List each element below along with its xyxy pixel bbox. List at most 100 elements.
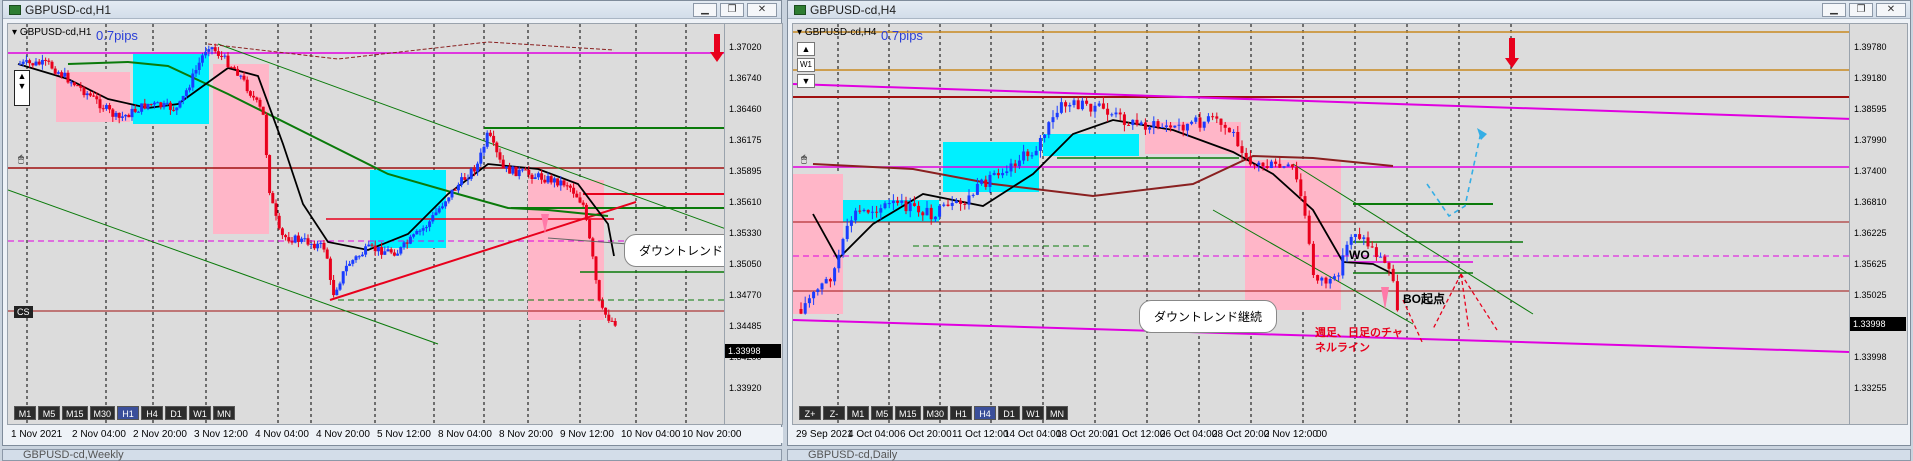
time-tick-label: 4 Oct 04:00 xyxy=(848,429,900,440)
minimize-button[interactable]: ▁ xyxy=(693,3,717,17)
scroll-up-button[interactable]: ▲ xyxy=(797,42,815,56)
candle-body xyxy=(415,230,419,235)
candle-body xyxy=(883,203,887,209)
candle-body xyxy=(828,279,832,282)
candle-body xyxy=(159,102,163,108)
timeframe-button-m1[interactable]: M1 xyxy=(14,406,36,420)
candle-body xyxy=(1106,108,1110,115)
timeframe-button-zminus[interactable]: Z- xyxy=(823,406,845,420)
candle-body xyxy=(76,85,80,87)
candle-body xyxy=(1395,281,1399,311)
candle-body xyxy=(799,309,803,314)
down-arrow-icon xyxy=(710,34,724,62)
candle-body xyxy=(271,193,275,204)
time-tick-label: 11 Oct 12:00 xyxy=(952,429,1009,440)
projection-down xyxy=(1460,273,1498,331)
timeframe-button-m15[interactable]: M15 xyxy=(62,406,88,420)
timeframe-button-m5[interactable]: M5 xyxy=(38,406,60,420)
candle-body xyxy=(530,174,534,180)
daily-window-titlebar[interactable]: GBPUSD-cd,Daily xyxy=(787,449,1911,461)
candle-body xyxy=(56,72,60,74)
candle-body xyxy=(597,280,601,301)
window-titlebar[interactable]: GBPUSD-cd,H1 ▁ ❐ ✕ xyxy=(3,1,781,19)
chart-window-h4: GBPUSD-cd,H4 ▁ ❐ ✕ ▾ GBPUSD-cd,H4 0.7pip… xyxy=(787,0,1911,446)
price-tick-label: 1.36460 xyxy=(729,104,762,114)
candle-body xyxy=(287,237,291,242)
timeframe-button-h1[interactable]: H1 xyxy=(950,406,973,420)
timeframe-button-w1[interactable]: W1 xyxy=(1022,406,1045,420)
price-tick-label: 1.37400 xyxy=(1854,166,1887,176)
candle-body xyxy=(845,225,849,240)
candle-body xyxy=(92,95,96,97)
candle-body xyxy=(833,268,837,282)
chart-window-icon xyxy=(9,4,21,15)
timeframe-button-d1[interactable]: D1 xyxy=(165,406,188,420)
price-tick-label: 1.38595 xyxy=(1854,104,1887,114)
timeframe-button-h4[interactable]: H4 xyxy=(141,406,164,420)
timeframe-button-w1[interactable]: W1 xyxy=(189,406,212,420)
maximize-button[interactable]: ❐ xyxy=(1849,3,1873,17)
candle-body xyxy=(504,166,508,169)
candle-body xyxy=(1332,276,1336,279)
candle-body xyxy=(1366,237,1370,247)
candle-body xyxy=(1139,122,1143,125)
price-chart-svg xyxy=(793,24,1849,424)
price-tick-label: 1.36225 xyxy=(1854,228,1887,238)
candle-body xyxy=(402,242,406,248)
window-titlebar[interactable]: GBPUSD-cd,H4 ▁ ❐ ✕ xyxy=(788,1,1910,19)
timeframe-button-h4[interactable]: H4 xyxy=(974,406,997,420)
close-button[interactable]: ✕ xyxy=(1876,3,1906,17)
timeframe-button-h1[interactable]: H1 xyxy=(117,406,140,420)
candle-body xyxy=(549,176,553,183)
candle-body xyxy=(900,200,904,203)
candle-body xyxy=(146,103,150,109)
candle-body xyxy=(1190,121,1194,124)
candle-body xyxy=(204,51,208,56)
candle-body xyxy=(887,203,891,205)
timeframe-button-m30[interactable]: M30 xyxy=(89,406,116,420)
timeframe-button-mn[interactable]: MN xyxy=(1046,406,1069,420)
close-button[interactable]: ✕ xyxy=(747,3,777,17)
timeframe-button-d1[interactable]: D1 xyxy=(998,406,1021,420)
time-axis: 29 Sep 2021 4 Oct 04:00 6 Oct 20:00 11 Oct … xyxy=(792,427,1910,443)
candle-body xyxy=(1299,179,1303,197)
candle-body xyxy=(124,114,128,117)
candle-body xyxy=(207,49,211,52)
price-chart-area[interactable]: ▾ GBPUSD-cd,H1 0.7pips ▲▼ 🖱 CS ダウントレンドに転… xyxy=(7,23,725,425)
candle-body xyxy=(492,135,496,143)
candle-body xyxy=(258,99,262,107)
price-tick-label: 1.33920 xyxy=(729,383,762,393)
candle-body xyxy=(971,194,975,196)
candle-body xyxy=(572,187,576,194)
candle-body xyxy=(870,211,874,213)
timeframe-button-m15[interactable]: M15 xyxy=(895,406,921,420)
price-chart-area[interactable]: ▾ GBPUSD-cd,H4 0.7pips ▲ W1 ▼ 🖱 WO BO起点 … xyxy=(792,23,1850,425)
cs-button[interactable]: CS xyxy=(14,306,33,318)
timeframe-button-zplus[interactable]: Z+ xyxy=(799,406,821,420)
candle-body xyxy=(354,256,358,261)
candle-body xyxy=(296,235,300,242)
timeframe-button-m5[interactable]: M5 xyxy=(871,406,893,420)
candle-body xyxy=(412,234,416,237)
candle-body xyxy=(440,206,444,209)
minimize-button[interactable]: ▁ xyxy=(1822,3,1846,17)
timeframe-button-m1[interactable]: M1 xyxy=(847,406,869,420)
scroll-arrows-icon[interactable]: ▲ ▼ xyxy=(14,70,30,106)
candle-body xyxy=(312,243,316,249)
candle-body xyxy=(1358,234,1362,239)
channel-line-upper xyxy=(793,83,1849,120)
timeframe-button-m30[interactable]: M30 xyxy=(922,406,949,420)
timeframe-button-mn[interactable]: MN xyxy=(213,406,236,420)
w1-side-button[interactable]: W1 xyxy=(797,58,815,72)
price-axis: 1.37020 1.36740 1.36460 1.36175 1.35895 1.356… xyxy=(725,23,783,425)
candle-body xyxy=(1097,103,1101,106)
weekly-window-titlebar[interactable]: GBPUSD-cd,Weekly xyxy=(2,449,782,461)
candle-body xyxy=(245,79,249,92)
scroll-down-button[interactable]: ▼ xyxy=(797,74,815,88)
candle-body xyxy=(824,279,828,284)
maximize-button[interactable]: ❐ xyxy=(720,3,744,17)
candle-body xyxy=(1337,275,1341,277)
price-tick-label: 1.35025 xyxy=(1854,290,1887,300)
candle-body xyxy=(226,55,230,68)
price-tick-label: 1.36175 xyxy=(729,135,762,145)
